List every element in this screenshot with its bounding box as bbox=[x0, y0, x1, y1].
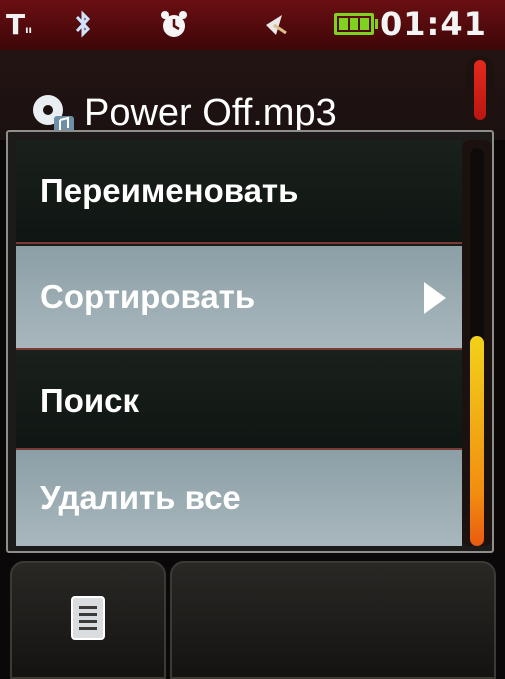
alarm-clock-icon bbox=[158, 8, 190, 40]
left-softkey[interactable] bbox=[10, 561, 166, 679]
right-softkey[interactable] bbox=[170, 561, 496, 679]
signal-text: T bbox=[6, 7, 26, 41]
menu-scrollbar[interactable] bbox=[462, 140, 492, 546]
menu-item-label: Удалить все bbox=[40, 479, 241, 516]
clock: 01:41 bbox=[380, 5, 487, 43]
signal-indicator: Tıı bbox=[6, 7, 32, 41]
options-popup-menu: Переименовать Сортировать Поиск Удалить … bbox=[6, 130, 494, 553]
status-bar: Tıı 01:41 bbox=[0, 0, 505, 50]
page-scroll-thumb bbox=[474, 60, 486, 120]
menu-item-search[interactable]: Поиск bbox=[16, 350, 462, 452]
menu-item-label: Переименовать bbox=[40, 172, 299, 209]
submenu-arrow-icon bbox=[424, 282, 446, 314]
page-scroll-indicator bbox=[466, 56, 494, 128]
menu-item-label: Сортировать bbox=[40, 278, 256, 315]
menu-list-icon bbox=[68, 593, 108, 647]
signal-bars: ıı bbox=[25, 25, 32, 36]
menu-item-sort[interactable]: Сортировать bbox=[16, 246, 462, 348]
menu-item-label: Поиск bbox=[40, 382, 140, 419]
menu-item-delete-all[interactable]: Удалить все bbox=[16, 450, 462, 546]
softkey-bar bbox=[0, 553, 505, 679]
bluetooth-icon bbox=[72, 8, 94, 40]
battery-icon bbox=[334, 8, 378, 40]
menu-scroll-thumb[interactable] bbox=[470, 336, 484, 546]
menu-item-rename[interactable]: Переименовать bbox=[16, 140, 462, 242]
network-arrow-icon bbox=[262, 8, 290, 40]
menu-divider bbox=[16, 242, 462, 244]
